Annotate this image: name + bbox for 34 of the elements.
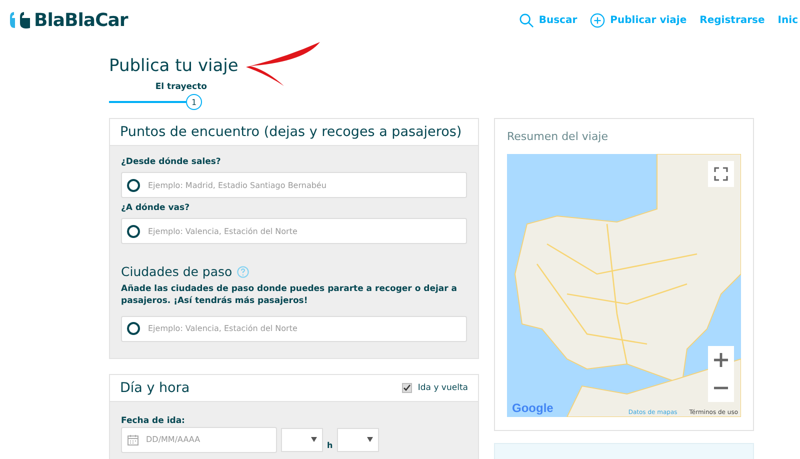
date-field[interactable]: DD/MM/AAAA [144,434,271,446]
input-box[interactable]: Ejemplo: Madrid, Estadio Santiago Bernabéu [121,172,467,198]
section-description: Añade las ciudades de paso donde puedes pararte a recoger o dejar a pasajeros. ¡Así tendrás más pasajeros! [121,283,458,308]
logo-icon [8,10,32,30]
page-title: Publica tu viaje [109,56,238,76]
input-box[interactable]: DD/MM/AAAA [121,426,277,453]
location-field[interactable]: Ejemplo: Valencia, Estación del Norte [146,323,461,334]
step-label: El trayecto [155,82,207,92]
location-field[interactable]: Ejemplo: Madrid, Estadio Santiago Bernabéu [146,180,461,190]
plus-circle-icon [590,12,606,28]
section-title: Ciudades de paso [121,264,232,279]
dropdown-icon [366,437,373,442]
input-box[interactable]: Ejemplo: Valencia, Estación del Norte [121,218,467,244]
map-logo: Google [512,401,554,415]
location-field[interactable]: Ejemplo: Valencia, Estación del Norte [146,226,461,236]
calendar-icon [127,434,139,446]
round-trip-checkbox[interactable]: Ida y vuelta [402,382,468,393]
plus-icon [714,353,728,367]
field-label: ¿A dónde vas? [121,202,191,215]
fullscreen-icon [714,167,728,181]
input-box[interactable]: Ejemplo: Valencia, Estación del Norte [121,316,467,342]
field-label: Fecha de ida: [121,414,185,428]
card-title: Resumen del viaje [507,129,610,145]
field-label: ¿Desde dónde sales? [121,156,222,169]
fullscreen-button[interactable] [708,161,734,187]
logo[interactable]: BlaBlaCar [8,10,128,30]
card-title: Día y hora [120,380,190,396]
circle-icon [127,322,140,336]
search-icon [518,12,534,28]
circle-icon [127,224,140,238]
circle-icon [127,178,140,192]
hour-unit: h [327,440,333,450]
dropdown-icon [311,437,317,442]
step-number[interactable]: 1 [186,94,202,110]
